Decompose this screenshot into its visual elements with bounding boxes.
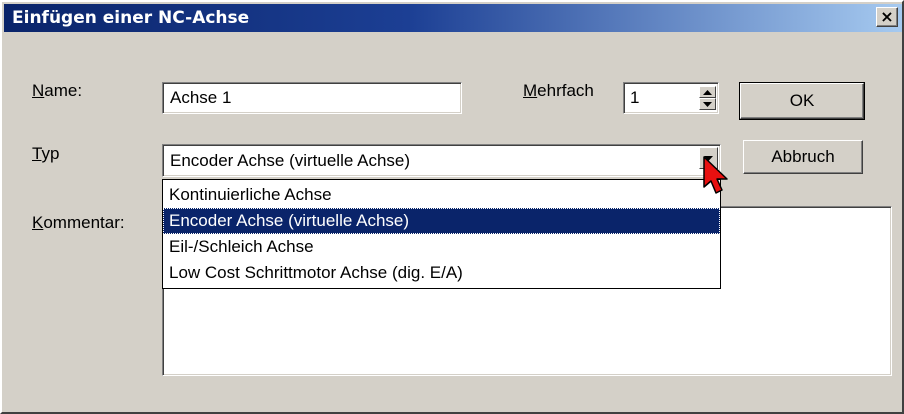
typ-option[interactable]: Eil-/Schleich Achse [163,234,720,260]
name-input-value: Achse 1 [170,88,232,107]
window-title: Einfügen einer NC-Achse [12,8,250,28]
typ-label: Typ [32,144,60,163]
spin-up-arrow-icon [703,89,712,95]
title-bar[interactable]: Einfügen einer NC-Achse × [4,4,902,32]
spin-down-arrow-icon [703,101,712,107]
dialog-window: Einfügen einer NC-Achse × Name: Achse 1 … [0,0,904,414]
typ-selected-value: Encoder Achse (virtuelle Achse) [170,150,411,170]
spin-up-button[interactable] [699,86,716,98]
typ-option-selected[interactable]: Encoder Achse (virtuelle Achse) [163,208,720,234]
ok-button[interactable]: OK [739,82,865,120]
mehrfach-value: 1 [630,88,640,107]
typ-select[interactable]: Encoder Achse (virtuelle Achse) [162,144,721,177]
close-button[interactable]: × [876,7,898,27]
mehrfach-label: Mehrfach [523,81,594,100]
typ-option[interactable]: Low Cost Schrittmotor Achse (dig. E/A) [163,260,720,286]
mouse-pointer-icon [703,156,728,194]
spin-down-button[interactable] [699,98,716,110]
kommentar-label: Kommentar: [32,213,125,232]
typ-option[interactable]: Kontinuierliche Achse [163,182,720,208]
mehrfach-stepper[interactable]: 1 [623,82,719,114]
close-icon: × [880,7,894,26]
cancel-button[interactable]: Abbruch [743,140,863,174]
typ-dropdown-list: Kontinuierliche Achse Encoder Achse (vir… [162,179,721,289]
name-label: Name: [32,81,83,100]
name-input[interactable]: Achse 1 [162,82,462,114]
